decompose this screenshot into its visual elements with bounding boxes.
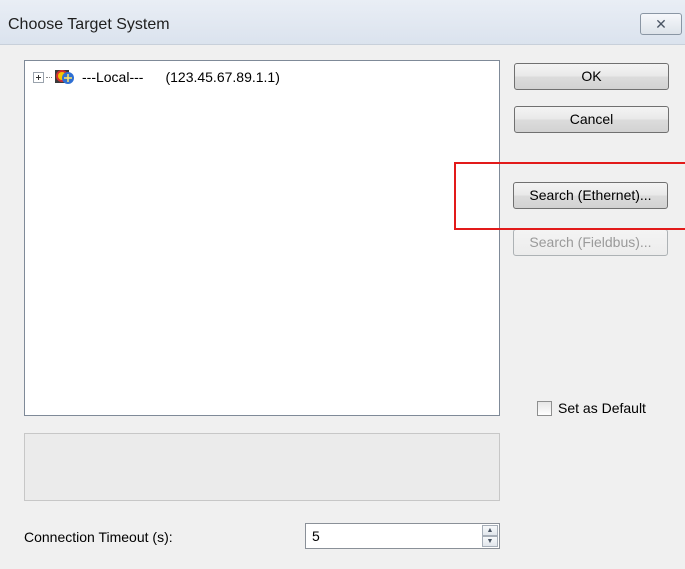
target-tree[interactable]: ---Local--- (123.45.67.89.1.1) (24, 60, 500, 416)
title-bar: Choose Target System ✕ (0, 0, 685, 45)
tree-item-label: ---Local--- (123.45.67.89.1.1) (82, 69, 280, 85)
network-globe-icon (55, 70, 74, 84)
dialog-title: Choose Target System (8, 16, 170, 33)
connection-timeout-value[interactable]: 5 (312, 528, 320, 544)
ok-button[interactable]: OK (514, 63, 669, 90)
set-default-checkbox[interactable] (537, 400, 552, 416)
search-fieldbus-button: Search (Fieldbus)... (513, 229, 668, 256)
connection-timeout-stepper[interactable]: 5 ▲ ▼ (305, 523, 500, 549)
set-default-option[interactable]: Set as Default (537, 400, 646, 416)
status-box (24, 433, 500, 501)
chevron-up-icon: ▲ (486, 527, 494, 534)
stepper-up-button[interactable]: ▲ (482, 525, 498, 536)
choose-target-dialog: Choose Target System ✕ ---Local--- (123.4… (0, 0, 685, 569)
tree-connector (46, 76, 52, 78)
tree-item-name: ---Local--- (82, 69, 144, 85)
stepper-buttons: ▲ ▼ (482, 525, 498, 547)
close-icon: ✕ (655, 15, 667, 32)
close-button[interactable]: ✕ (640, 13, 682, 35)
chevron-down-icon: ▼ (486, 538, 494, 545)
connection-timeout-label: Connection Timeout (s): (24, 529, 173, 545)
cancel-button[interactable]: Cancel (514, 106, 669, 133)
search-ethernet-button[interactable]: Search (Ethernet)... (513, 182, 668, 209)
stepper-down-button[interactable]: ▼ (482, 536, 498, 547)
tree-item-address: (123.45.67.89.1.1) (165, 69, 280, 85)
tree-item-local[interactable]: ---Local--- (123.45.67.89.1.1) (33, 67, 280, 87)
expand-icon[interactable] (33, 71, 44, 83)
set-default-label: Set as Default (558, 400, 646, 416)
